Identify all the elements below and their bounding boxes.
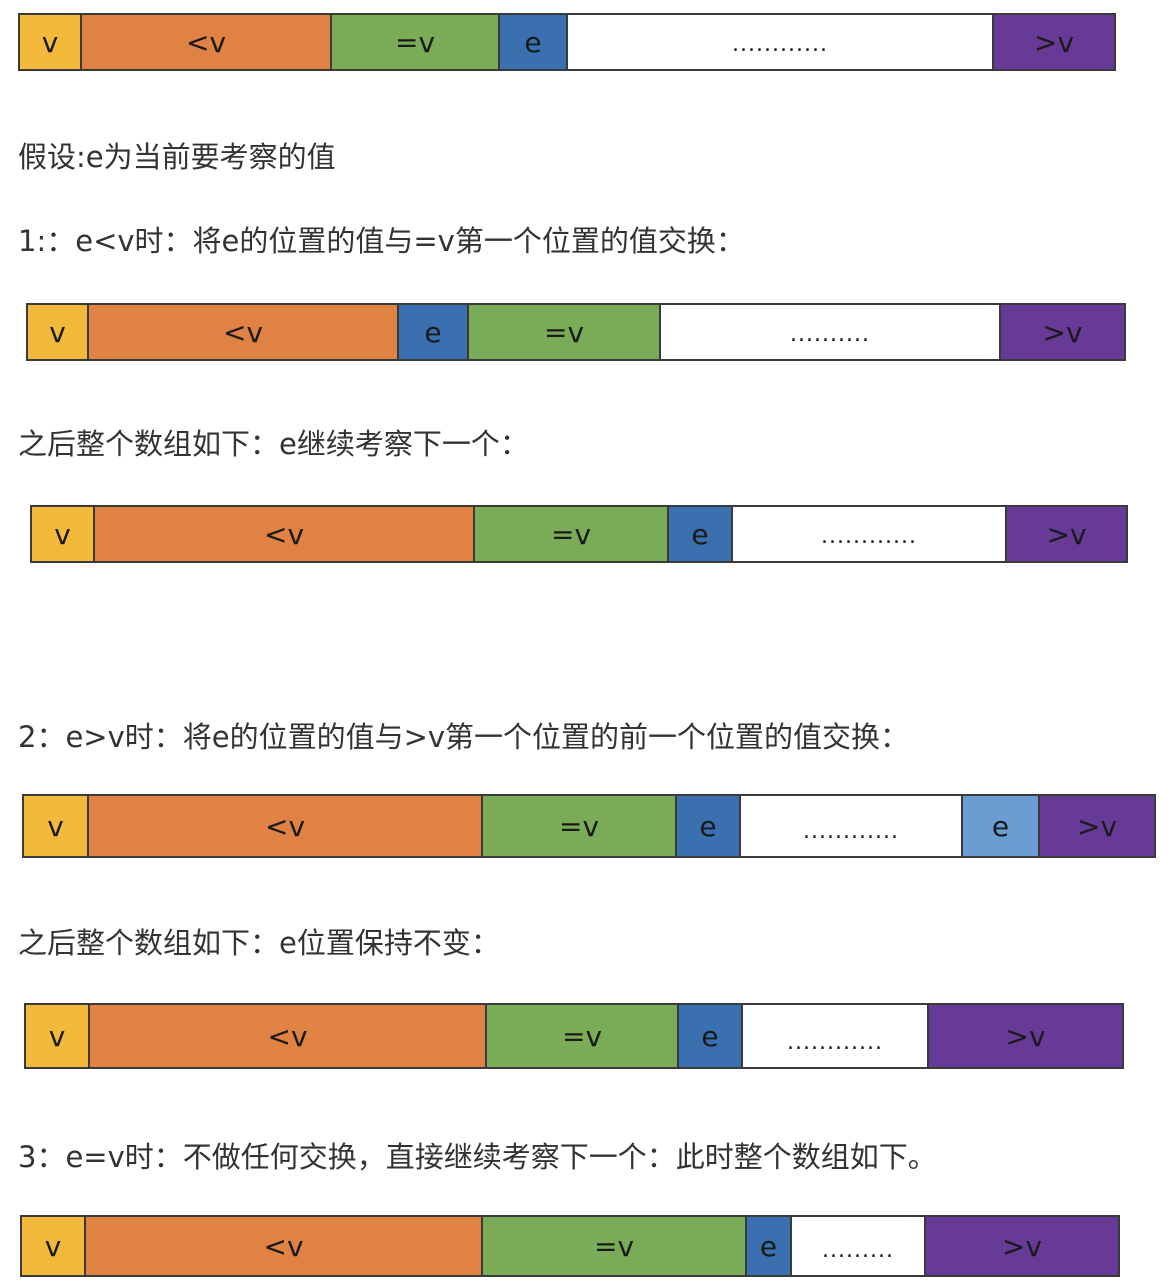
segment-unexamined: ............	[743, 1005, 929, 1067]
segment-equal-v: =v	[469, 305, 661, 359]
segment-unexamined: .........	[792, 1217, 926, 1275]
segment-less-than-v: <v	[89, 305, 399, 359]
segment-e: e	[669, 507, 733, 561]
case3-text: 3：e=v时：不做任何交换，直接继续考察下一个：此时整个数组如下。	[18, 1140, 937, 1174]
segment-equal-v: =v	[475, 507, 669, 561]
segment-v: v	[24, 796, 89, 856]
segment-e: e	[747, 1217, 792, 1275]
segment-greater-than-v: >v	[929, 1005, 1122, 1067]
case1-text: 1:：e<v时：将e的位置的值与=v第一个位置的值交换：	[18, 224, 745, 258]
segment-equal-v: =v	[332, 15, 500, 69]
segment-less-than-v: <v	[90, 1005, 487, 1067]
array-bar-case1: v <v e =v .......... >v	[26, 303, 1126, 361]
segment-greater-than-v: >v	[926, 1217, 1118, 1275]
segment-v: v	[26, 1005, 90, 1067]
array-bar-case3: v <v =v e ......... >v	[20, 1215, 1120, 1277]
assumption-text: 假设:e为当前要考察的值	[18, 140, 336, 174]
case2-text: 2：e>v时：将e的位置的值与>v第一个位置的前一个位置的值交换：	[18, 720, 910, 754]
segment-v: v	[20, 15, 82, 69]
segment-equal-v: =v	[487, 1005, 679, 1067]
segment-less-than-v: <v	[89, 796, 483, 856]
segment-e-swapped: e	[963, 796, 1040, 856]
segment-unexamined: ..........	[661, 305, 1001, 359]
array-bar-after-case1: v <v =v e ............ >v	[30, 505, 1128, 563]
array-bar-initial: v <v =v e ............ >v	[18, 13, 1116, 71]
segment-equal-v: =v	[483, 796, 677, 856]
segment-less-than-v: <v	[95, 507, 475, 561]
segment-v: v	[22, 1217, 86, 1275]
segment-unexamined: ............	[741, 796, 963, 856]
segment-e: e	[399, 305, 469, 359]
segment-unexamined: ............	[568, 15, 994, 69]
segment-equal-v: =v	[483, 1217, 747, 1275]
segment-e: e	[679, 1005, 743, 1067]
array-bar-after-case2: v <v =v e ............ >v	[24, 1003, 1124, 1069]
segment-less-than-v: <v	[82, 15, 332, 69]
segment-greater-than-v: >v	[994, 15, 1114, 69]
segment-greater-than-v: >v	[1040, 796, 1154, 856]
array-bar-case2: v <v =v e ............ e >v	[22, 794, 1156, 858]
after-case1-text: 之后整个数组如下：e继续考察下一个：	[18, 427, 529, 461]
segment-e: e	[677, 796, 741, 856]
segment-less-than-v: <v	[86, 1217, 483, 1275]
segment-e: e	[500, 15, 568, 69]
after-case2-text: 之后整个数组如下：e位置保持不变：	[18, 926, 500, 960]
segment-greater-than-v: >v	[1001, 305, 1124, 359]
segment-unexamined: ............	[733, 507, 1007, 561]
segment-v: v	[28, 305, 89, 359]
segment-v: v	[32, 507, 95, 561]
segment-greater-than-v: >v	[1007, 507, 1126, 561]
